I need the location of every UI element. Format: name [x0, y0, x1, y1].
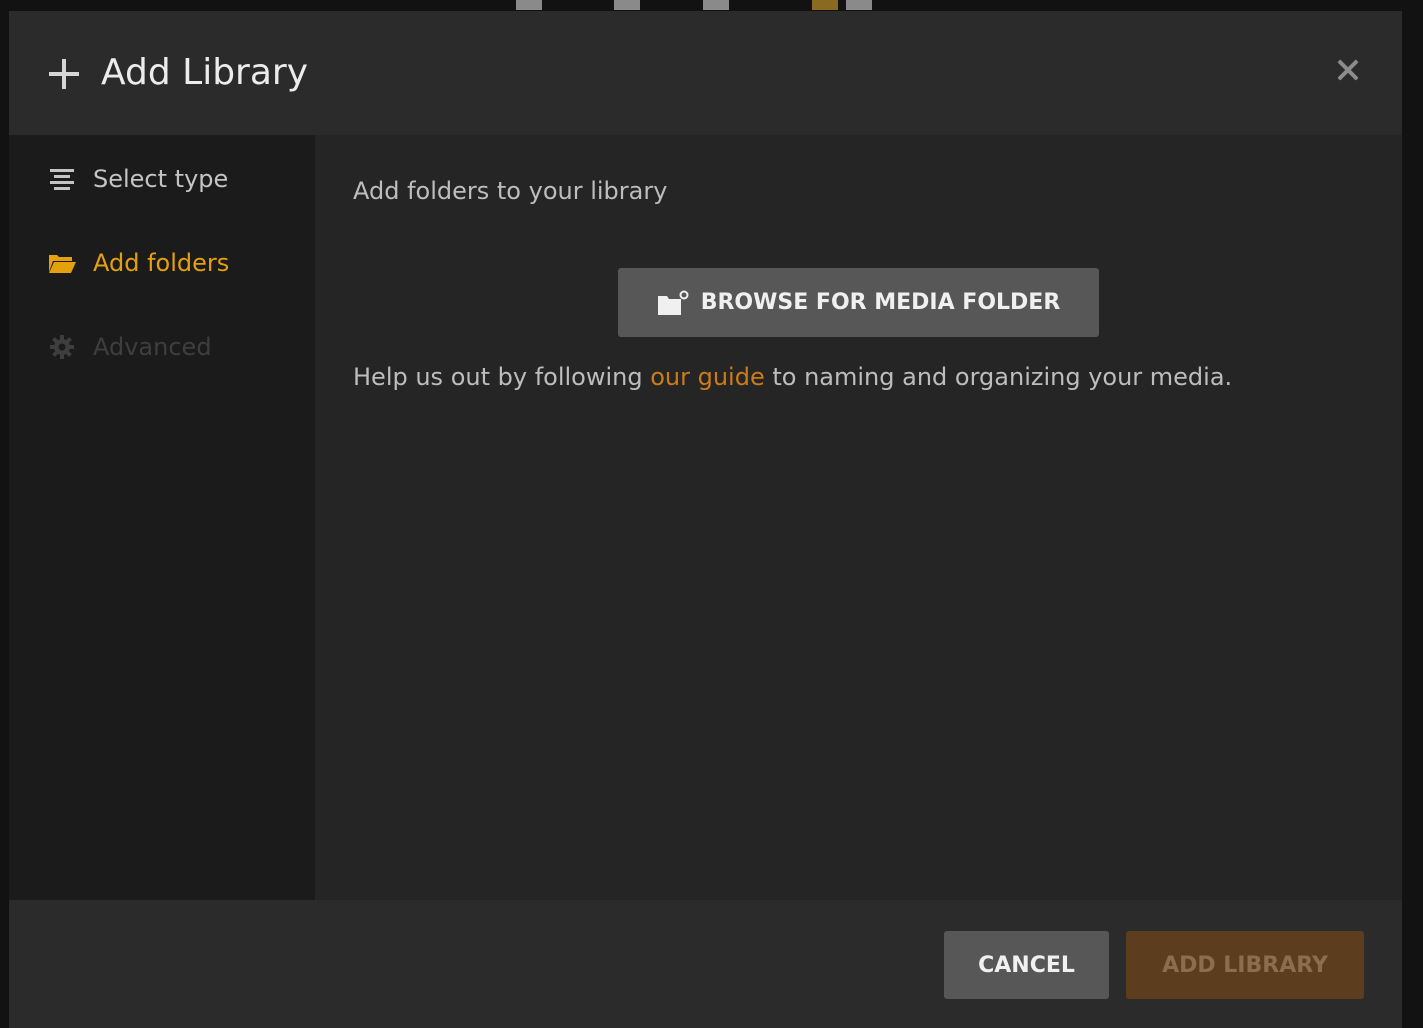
dialog-header: Add Library	[9, 11, 1402, 135]
backdrop-tab	[703, 0, 729, 10]
step-label: Select type	[93, 165, 229, 193]
gear-icon	[50, 335, 74, 359]
add-library-button[interactable]: ADD LIBRARY	[1126, 931, 1364, 999]
backdrop-tab	[614, 0, 640, 10]
backdrop-tab	[846, 0, 872, 10]
help-text: Help us out by following our guide to na…	[353, 363, 1232, 391]
add-library-dialog: Add Library Select type Add folders Adva…	[9, 11, 1402, 1028]
folder-open-icon	[49, 255, 76, 273]
list-icon	[50, 169, 74, 190]
browse-folder-button[interactable]: BROWSE FOR MEDIA FOLDER	[618, 268, 1099, 337]
backdrop-tab	[812, 0, 838, 10]
backdrop-tab	[516, 0, 542, 10]
cancel-button[interactable]: CANCEL	[944, 931, 1109, 999]
close-icon[interactable]	[1335, 57, 1361, 83]
step-label: Add folders	[93, 249, 230, 277]
step-add-folders[interactable]: Add folders	[47, 243, 229, 283]
browse-folder-label: BROWSE FOR MEDIA FOLDER	[700, 290, 1061, 315]
help-text-prefix: Help us out by following	[353, 363, 651, 391]
step-select-type[interactable]: Select type	[47, 159, 228, 199]
step-advanced[interactable]: Advanced	[47, 327, 212, 367]
guide-link[interactable]: our guide	[650, 363, 765, 391]
help-text-suffix: to naming and organizing your media.	[764, 363, 1233, 391]
step-label: Advanced	[93, 333, 212, 361]
dialog-footer: CANCEL ADD LIBRARY	[9, 900, 1402, 1028]
step-content: Add folders to your library BROWSE FOR M…	[315, 135, 1402, 900]
dialog-title: Add Library	[101, 52, 309, 93]
section-heading: Add folders to your library	[353, 177, 668, 205]
folder-add-icon	[657, 290, 689, 315]
plus-icon	[49, 59, 79, 89]
wizard-steps: Select type Add folders Advanced	[9, 135, 315, 900]
